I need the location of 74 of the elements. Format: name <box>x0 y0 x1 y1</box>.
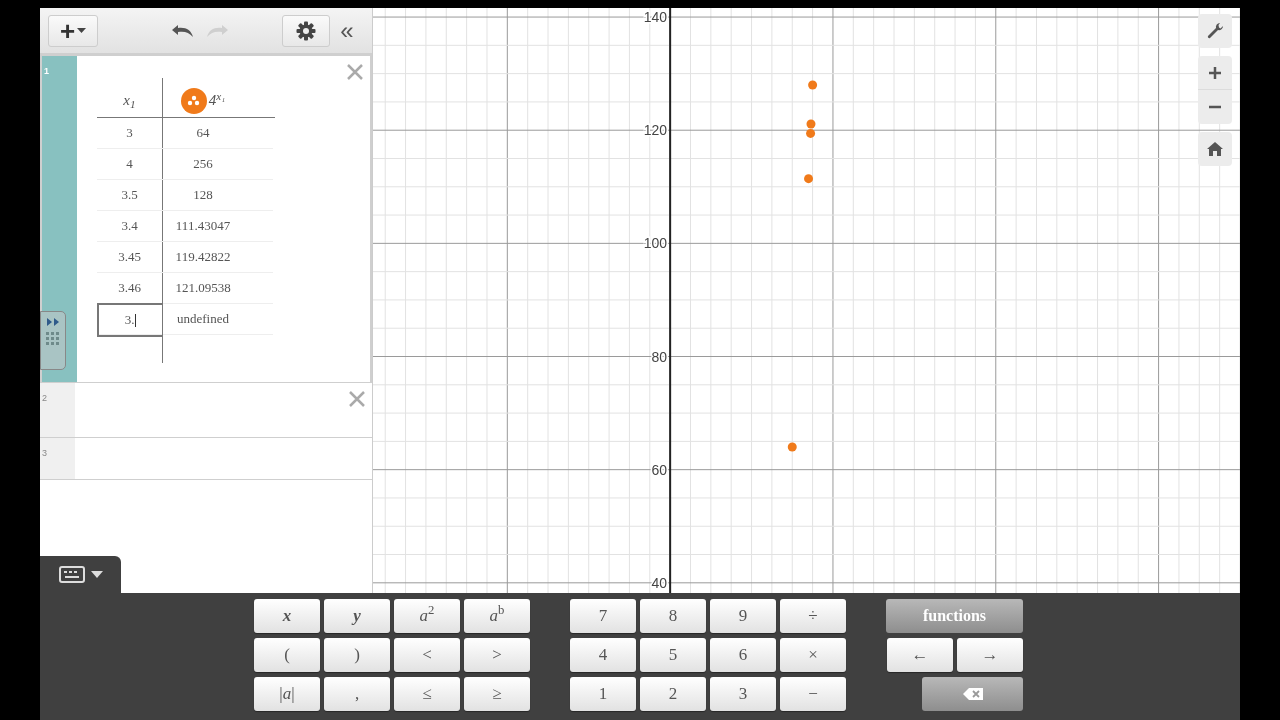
keypad-key[interactable]: y <box>324 599 390 633</box>
settings-button[interactable] <box>282 14 330 47</box>
column-header[interactable]: 4$^{x₁}$ <box>208 89 226 112</box>
table-cell[interactable]: 128 <box>163 180 243 210</box>
plus-icon[interactable] <box>1209 66 1221 79</box>
expression-index: 1 <box>44 66 49 76</box>
settings-icon[interactable] <box>296 20 316 41</box>
keypad-key[interactable]: ( <box>254 638 320 672</box>
table-cell[interactable]: 3 <box>97 118 163 148</box>
keypad-key[interactable]: > <box>464 638 530 672</box>
table-cell[interactable]: 111.43047 <box>163 211 243 241</box>
data-point[interactable] <box>787 442 797 452</box>
keypad-key[interactable]: ≥ <box>464 677 530 711</box>
table-cell[interactable]: 64 <box>163 118 243 148</box>
keypad-key[interactable]: 9 <box>710 599 776 633</box>
table-cell[interactable]: 3.46 <box>97 273 163 303</box>
add-item-button[interactable]: + <box>48 14 98 47</box>
axis-label: 60 <box>651 461 668 478</box>
keyboard-icon[interactable] <box>58 566 85 583</box>
keypad-key[interactable]: → <box>957 638 1023 672</box>
keypad-key[interactable]: ← <box>887 638 953 672</box>
axis-label: 120 <box>643 122 668 139</box>
backspace-icon[interactable] <box>962 688 983 700</box>
keypad-key[interactable]: ≤ <box>394 677 460 711</box>
keypad-key[interactable]: 2 <box>640 677 706 711</box>
table-cell[interactable]: 3.5 <box>97 180 163 210</box>
keypad-key[interactable]: ÷ <box>780 599 846 633</box>
caret-icon <box>77 27 87 34</box>
keypad-key[interactable]: 8 <box>640 599 706 633</box>
table-cell[interactable]: 3.45 <box>97 242 163 272</box>
table-cell[interactable]: 4 <box>97 149 163 179</box>
axis-label: 40 <box>651 574 668 591</box>
keyboard-toggle-button[interactable] <box>40 556 121 593</box>
table-cell[interactable]: 3.4 <box>97 211 163 241</box>
data-point[interactable] <box>808 80 818 90</box>
column-header[interactable]: x$_{1}$ <box>123 89 136 112</box>
data-point[interactable] <box>806 128 816 138</box>
home-icon[interactable] <box>1207 142 1223 156</box>
keypad-key[interactable]: |a| <box>254 677 320 711</box>
table-cell[interactable]: 256 <box>163 149 243 179</box>
expression-index: 3 <box>42 448 47 458</box>
keypad-key[interactable]: a$^{b}$ <box>464 599 530 633</box>
keypad-key[interactable]: × <box>780 638 846 672</box>
keypad-key[interactable]: 4 <box>570 638 636 672</box>
collapse-panel-button[interactable]: « <box>330 14 364 47</box>
axis-label: 140 <box>643 9 668 26</box>
home-button[interactable] <box>1198 132 1232 166</box>
axis-label: 80 <box>651 348 668 365</box>
keypad-key[interactable]: a$^{2}$ <box>394 599 460 633</box>
keypad-key[interactable]: 7 <box>570 599 636 633</box>
table-cell[interactable]: undefined <box>163 304 243 334</box>
keypad-key[interactable]: 1 <box>570 677 636 711</box>
table-tools-tab[interactable] <box>40 311 66 370</box>
keypad-key[interactable]: 3 <box>710 677 776 711</box>
keypad-key[interactable]: < <box>394 638 460 672</box>
axis-label: 100 <box>643 235 668 252</box>
data-point[interactable] <box>804 174 814 184</box>
table-cell[interactable]: 3. <box>97 303 163 337</box>
expression-index: 2 <box>42 393 47 403</box>
keypad-key[interactable]: − <box>780 677 846 711</box>
fast-forward-icon[interactable] <box>46 318 60 326</box>
keypad-key[interactable]: , <box>324 677 390 711</box>
backspace-button[interactable] <box>922 677 1023 711</box>
table-cell[interactable]: 119.42822 <box>163 242 243 272</box>
wrench-icon[interactable] <box>1206 22 1224 40</box>
caret-icon[interactable] <box>90 570 103 579</box>
keypad-key[interactable]: x <box>254 599 320 633</box>
keypad-key[interactable]: ) <box>324 638 390 672</box>
data-point[interactable] <box>806 119 816 129</box>
table-cell[interactable]: 121.09538 <box>163 273 243 303</box>
settings-wrench-button[interactable] <box>1198 14 1232 48</box>
points-style-icon[interactable] <box>180 87 207 114</box>
keypad-key[interactable]: 5 <box>640 638 706 672</box>
keypad-key[interactable]: 6 <box>710 638 776 672</box>
